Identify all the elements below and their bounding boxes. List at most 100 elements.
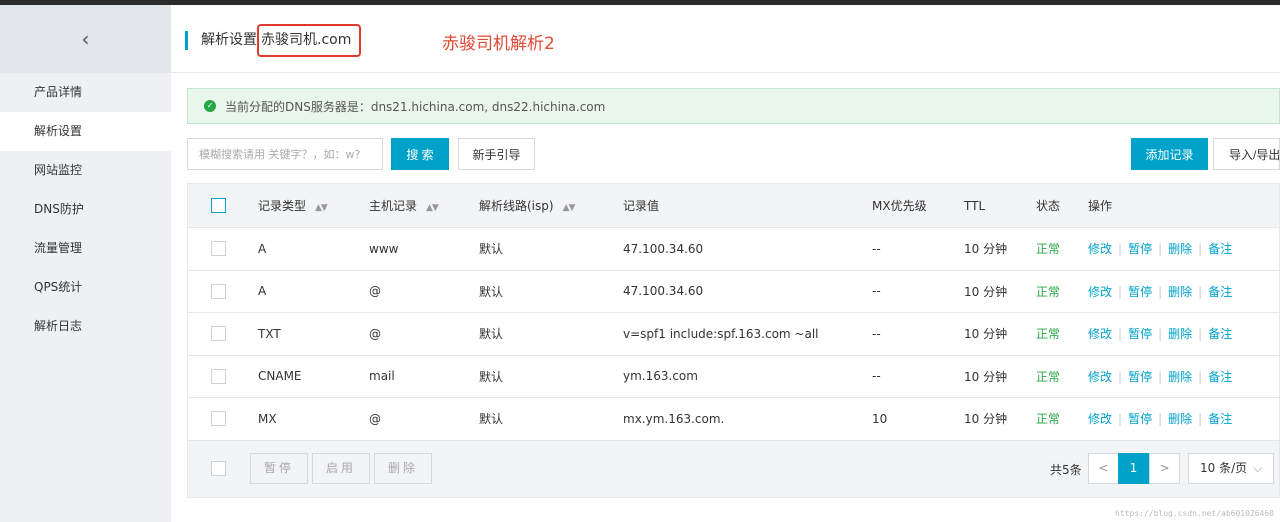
cell-status: 正常 — [1036, 327, 1061, 342]
batch-enable-button[interactable]: 启用 — [312, 452, 370, 484]
table-row: TXT @ 默认 v=spf1 include:spf.163.com ~all -- 1… — [188, 313, 1279, 356]
table-row: MX @ 默认 mx.ym.163.com. 10 10 分钟 正常 修改 | 暂停 | 删除 | 备注 — [188, 398, 1279, 441]
next-page-button[interactable]: > — [1149, 452, 1180, 484]
action-link[interactable]: 删除 — [1168, 285, 1192, 299]
action-link[interactable]: 修改 — [1088, 412, 1112, 426]
sort-icon: ▲▼ — [315, 203, 328, 213]
action-separator: | — [1158, 412, 1163, 427]
back-button[interactable]: ‹ — [0, 5, 171, 73]
annotation-text: 赤骏司机解析2 — [442, 34, 555, 54]
action-separator: | — [1198, 327, 1203, 342]
page-1-button[interactable]: 1 — [1118, 452, 1149, 484]
sort-icon: ▲▼ — [426, 203, 439, 213]
action-link[interactable]: 备注 — [1208, 327, 1232, 341]
action-separator: | — [1118, 284, 1123, 299]
col-ttl-header: TTL — [964, 198, 986, 213]
cell-mx: -- — [872, 326, 881, 341]
cell-type: MX — [258, 411, 277, 426]
cell-host: @ — [369, 326, 381, 341]
row-actions: 修改 | 暂停 | 删除 | 备注 — [1088, 368, 1232, 385]
dns-server-notice: ✓ 当前分配的DNS服务器是：dns21.hichina.com, dns22.… — [187, 88, 1280, 124]
guide-button[interactable]: 新手引导 — [458, 138, 535, 170]
sidebar-item[interactable]: 流量管理 — [0, 229, 171, 268]
row-checkbox[interactable] — [211, 368, 226, 384]
action-link[interactable]: 暂停 — [1128, 412, 1152, 426]
action-link[interactable]: 修改 — [1088, 327, 1112, 341]
cell-value: mx.ym.163.com. — [623, 411, 725, 426]
action-link[interactable]: 暂停 — [1128, 370, 1152, 384]
row-actions: 修改 | 暂停 | 删除 | 备注 — [1088, 325, 1232, 342]
batch-delete-button[interactable]: 删除 — [374, 452, 432, 484]
table-row: Awww 默认 47.100.34.60 -- 10 分钟 正常 修改 | 暂停 | 删除 | 备注 — [188, 228, 1279, 271]
cell-status: 正常 — [1036, 412, 1061, 427]
chevron-left-icon: ‹ — [81, 27, 90, 51]
action-link[interactable]: 暂停 — [1128, 285, 1152, 299]
sidebar-item[interactable]: 网站监控 — [0, 151, 171, 190]
action-link[interactable]: 暂停 — [1128, 242, 1152, 256]
cell-line: 默认 — [479, 369, 504, 384]
import-export-button[interactable]: 导入/导出 — [1213, 138, 1280, 170]
row-checkbox[interactable] — [211, 283, 226, 299]
prev-page-button[interactable]: < — [1088, 452, 1119, 484]
col-host-header[interactable]: 主机记录 ▲▼ — [369, 197, 439, 214]
action-link[interactable]: 删除 — [1168, 412, 1192, 426]
search-button[interactable]: 搜 索 — [391, 138, 449, 170]
select-all-checkbox[interactable] — [211, 198, 226, 213]
sidebar-item[interactable]: 解析设置 — [0, 112, 171, 151]
cell-type: TXT — [258, 326, 281, 341]
page-header: 解析设置 赤骏司机.com 赤骏司机解析2 — [171, 5, 1280, 73]
cell-line: 默认 — [479, 284, 504, 299]
action-link[interactable]: 备注 — [1208, 370, 1232, 384]
action-link[interactable]: 删除 — [1168, 327, 1192, 341]
toolbar: 搜 索 新手引导 添加记录 导入/导出 — [187, 138, 1280, 170]
col-type-header[interactable]: 记录类型 ▲▼ — [258, 197, 328, 214]
cell-host: mail — [369, 369, 395, 384]
sidebar-item[interactable]: 解析日志 — [0, 307, 171, 346]
action-link[interactable]: 修改 — [1088, 285, 1112, 299]
cell-status: 正常 — [1036, 284, 1061, 299]
sidebar-item[interactable]: QPS统计 — [0, 268, 171, 307]
chevron-down-icon: ⌵ — [1253, 460, 1263, 475]
action-link[interactable]: 备注 — [1208, 242, 1232, 256]
sidebar-item[interactable]: 产品详情 — [0, 73, 171, 112]
row-checkbox[interactable] — [211, 326, 226, 342]
cell-value: v=spf1 include:spf.163.com ~all — [623, 326, 819, 341]
action-separator: | — [1118, 242, 1123, 257]
table-header: 记录类型 ▲▼ 主机记录 ▲▼ 解析线路(isp) ▲▼ 记录值 MX优先级 TTL … — [188, 184, 1279, 228]
cell-ttl: 10 分钟 — [964, 412, 1008, 427]
action-separator: | — [1158, 284, 1163, 299]
action-separator: | — [1158, 242, 1163, 257]
watermark: https://blog.csdn.net/ab601026460 — [1115, 509, 1274, 518]
sort-icon: ▲▼ — [562, 203, 576, 213]
row-actions: 修改 | 暂停 | 删除 | 备注 — [1088, 240, 1232, 257]
action-link[interactable]: 备注 — [1208, 412, 1232, 426]
action-link[interactable]: 修改 — [1088, 242, 1112, 256]
page-size-select[interactable]: 10 条/页 ⌵ — [1188, 452, 1274, 484]
cell-ttl: 10 分钟 — [964, 369, 1008, 384]
records-table: 记录类型 ▲▼ 主机记录 ▲▼ 解析线路(isp) ▲▼ 记录值 MX优先级 TTL … — [187, 183, 1280, 498]
row-actions: 修改 | 暂停 | 删除 | 备注 — [1088, 410, 1232, 427]
col-line-header[interactable]: 解析线路(isp) ▲▼ — [479, 197, 576, 214]
cell-value: 47.100.34.60 — [623, 284, 704, 299]
col-status-header: 状态 — [1036, 199, 1061, 213]
sidebar-item[interactable]: DNS防护 — [0, 190, 171, 229]
action-link[interactable]: 暂停 — [1128, 327, 1152, 341]
action-link[interactable]: 备注 — [1208, 285, 1232, 299]
col-mx-header: MX优先级 — [872, 199, 927, 213]
footer-select-checkbox[interactable] — [211, 460, 226, 476]
search-input[interactable] — [187, 138, 383, 170]
action-separator: | — [1198, 284, 1203, 299]
action-link[interactable]: 删除 — [1168, 370, 1192, 384]
row-checkbox[interactable] — [211, 411, 226, 427]
add-record-button[interactable]: 添加记录 — [1131, 138, 1208, 170]
action-link[interactable]: 修改 — [1088, 370, 1112, 384]
total-count: 共5条 — [1050, 462, 1082, 477]
action-separator: | — [1158, 369, 1163, 384]
action-link[interactable]: 删除 — [1168, 242, 1192, 256]
row-checkbox[interactable] — [211, 241, 226, 257]
cell-type: A — [258, 241, 267, 256]
cell-value: 47.100.34.60 — [623, 241, 704, 256]
cell-status: 正常 — [1036, 242, 1061, 257]
batch-pause-button[interactable]: 暂停 — [250, 452, 308, 484]
main-content: 解析设置 赤骏司机.com 赤骏司机解析2 ✓ 当前分配的DNS服务器是：dns… — [171, 5, 1280, 522]
